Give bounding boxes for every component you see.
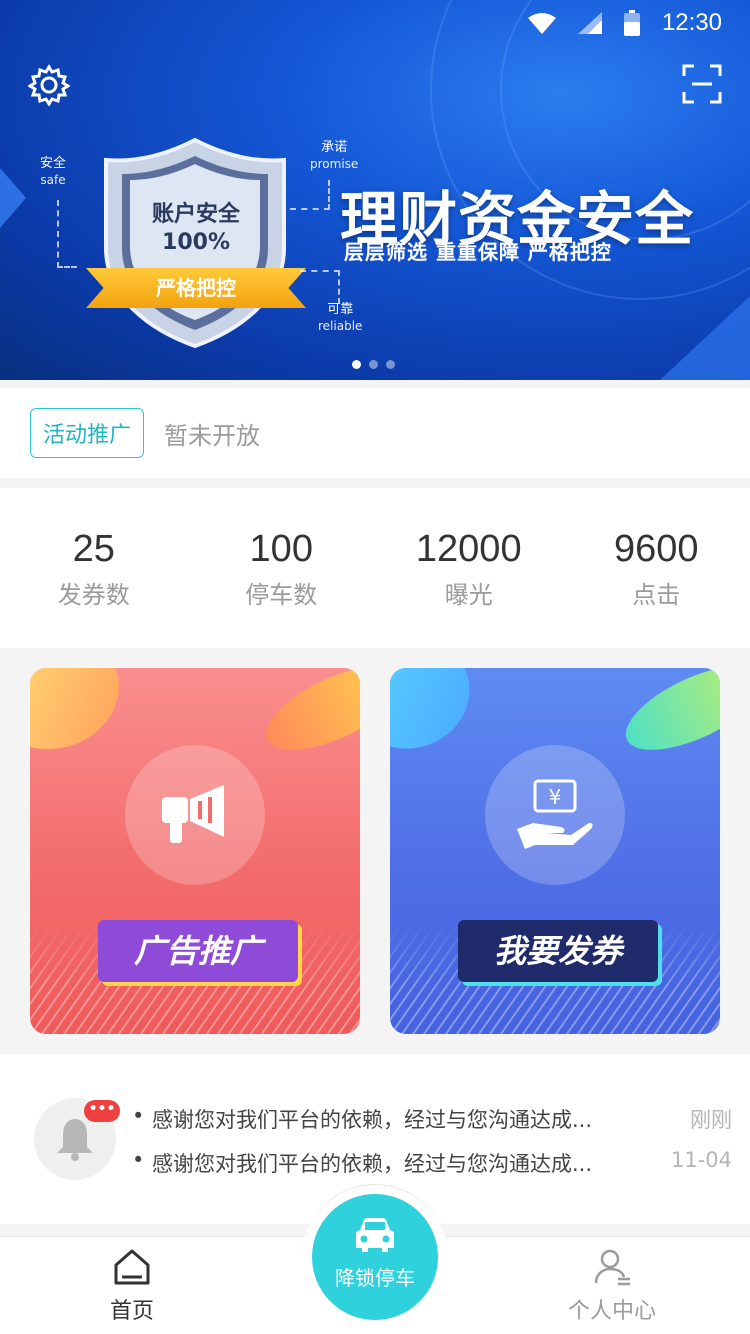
banner-subline: 层层筛选 重重保障 严格把控: [344, 240, 612, 264]
stats-panel: 25 发券数 100 停车数 12000 曝光 9600 点击: [0, 488, 750, 648]
stat-value: 9600: [613, 528, 699, 570]
stat-value: 100: [249, 528, 313, 570]
banner-decor-triangle: [660, 296, 750, 380]
connector-line: [300, 270, 340, 304]
notification-item[interactable]: • 感谢您对我们平台的依赖，经过与您沟通达成... 11-04: [132, 1148, 732, 1178]
stat-label: 发券数: [57, 581, 130, 609]
park-lock-button[interactable]: 降锁停车: [312, 1194, 438, 1320]
tab-home[interactable]: 首页: [72, 1247, 192, 1325]
issue-coupon-button[interactable]: 我要发券: [458, 920, 658, 982]
stat-label: 停车数: [245, 581, 318, 609]
megaphone-circle: [125, 745, 265, 885]
tab-profile[interactable]: 个人中心: [552, 1247, 672, 1325]
tag-reliable: 可靠 reliable: [318, 302, 363, 333]
stat-coupons: 25 发券数: [0, 488, 188, 648]
bullet-icon: •: [132, 1148, 145, 1172]
activity-bar: 活动推广 暂未开放: [0, 388, 750, 478]
notification-item[interactable]: • 感谢您对我们平台的依赖，经过与您沟通达成... 刚刚: [132, 1104, 732, 1134]
ad-promotion-card[interactable]: 广告推广: [30, 668, 360, 1034]
tag-promise: 承诺 promise: [310, 140, 359, 171]
tab-profile-label: 个人中心: [567, 1299, 656, 1324]
car-icon: [356, 1218, 394, 1252]
stat-label: 点击: [632, 581, 681, 609]
decor-blob: [390, 668, 486, 766]
carousel-dot[interactable]: [369, 360, 378, 369]
issue-coupon-card[interactable]: ¥ 我要发券: [390, 668, 720, 1034]
activity-badge[interactable]: 活动推广: [30, 408, 145, 458]
decor-blob: [614, 668, 720, 767]
stat-clicks: 9600 点击: [563, 488, 750, 648]
banner-carousel[interactable]: 12:30 账户安全 100% 严格把控 安全 safe 承诺 promise …: [0, 0, 750, 380]
park-lock-label: 降锁停车: [335, 1266, 415, 1290]
status-time: 12:30: [661, 9, 722, 36]
tab-home-label: 首页: [109, 1299, 154, 1324]
stat-exposure: 12000 曝光: [375, 488, 563, 648]
stat-value: 25: [72, 528, 115, 570]
notification-text: 感谢您对我们平台的依赖，经过与您沟通达成...: [152, 1108, 593, 1132]
shield-ribbon: 严格把控: [86, 268, 306, 308]
tag-safe: 安全 safe: [40, 156, 67, 187]
carousel-dot[interactable]: [386, 360, 395, 369]
bell-icon: [57, 1119, 93, 1161]
activity-note: 暂未开放: [164, 421, 261, 450]
wifi-icon: [527, 13, 556, 34]
stat-parking: 100 停车数: [188, 488, 376, 648]
megaphone-icon: [162, 785, 224, 843]
ad-promotion-button[interactable]: 广告推广: [98, 920, 298, 982]
carousel-dot[interactable]: [352, 360, 361, 369]
coupon-circle: ¥: [485, 745, 625, 885]
notification-badge: •••: [84, 1100, 120, 1122]
battery-icon: [623, 10, 640, 36]
shield-title: 账户安全: [151, 202, 240, 227]
gear-icon[interactable]: [28, 64, 70, 106]
connector-line: [57, 200, 77, 268]
stat-value: 12000: [415, 528, 522, 570]
coupon-hand-icon: ¥: [517, 779, 593, 849]
banner-decor-triangle: [0, 168, 26, 228]
notification-time: 刚刚: [690, 1108, 732, 1132]
stat-label: 曝光: [444, 581, 493, 609]
carousel-indicator[interactable]: [352, 360, 395, 369]
svg-text:¥: ¥: [549, 785, 562, 809]
decor-blob: [254, 668, 360, 767]
scan-icon[interactable]: [682, 64, 722, 104]
bullet-icon: •: [132, 1104, 145, 1128]
notification-text: 感谢您对我们平台的依赖，经过与您沟通达成...: [152, 1152, 593, 1176]
status-bar: 12:30: [527, 6, 722, 40]
decor-blob: [30, 668, 135, 767]
shield-percent: 100%: [162, 230, 230, 255]
notification-time: 11-04: [670, 1148, 732, 1172]
connector-line: [290, 180, 330, 210]
user-icon: [594, 1249, 630, 1286]
home-icon: [114, 1249, 150, 1285]
signal-icon: [577, 12, 602, 34]
